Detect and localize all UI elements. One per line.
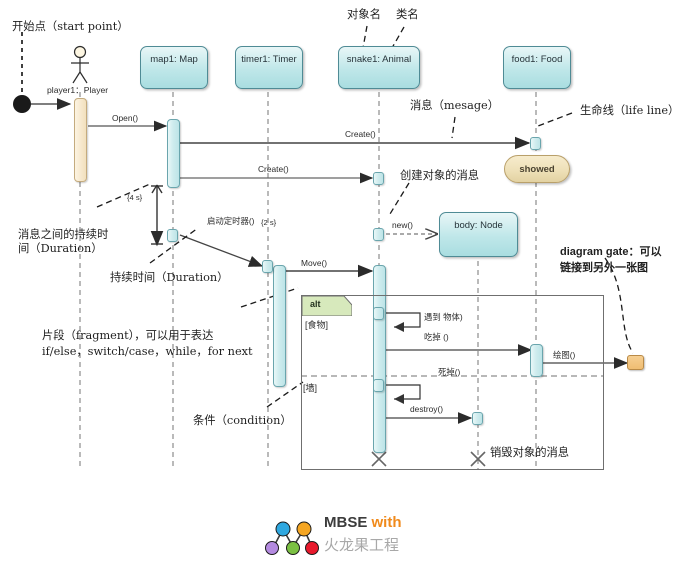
annotation-life-line: 生命线（life line） (580, 104, 680, 117)
activation-map (167, 119, 180, 188)
mbse-logo-icon (265, 521, 319, 555)
annotation-diagram-gate-line2: 链接到另外一张图 (560, 262, 648, 274)
lifeline-label-food: food1: Food (511, 54, 563, 65)
annotation-condition: 条件（condition） (193, 414, 292, 427)
annotation-fragment-line1: 片段（fragment），可以用于表达 (42, 329, 214, 342)
message-label-create-food: Create() (345, 129, 376, 139)
activation-timer (273, 265, 286, 387)
start-node (13, 95, 31, 113)
message-label-create-snake: Create() (258, 164, 289, 174)
state-showed-label: showed (519, 163, 555, 175)
lifeline-box-food[interactable]: food1: Food (503, 46, 571, 89)
annotation-start-point: 开始点（start point） (12, 20, 129, 33)
lifeline-label-snake: snake1: Animal (346, 54, 412, 65)
message-label-new: new() (392, 220, 413, 230)
annotation-message: 消息（mesage） (410, 99, 500, 112)
actor-figure-player (71, 45, 89, 84)
fragment-guard-top: [食物] (305, 320, 329, 330)
footer-logo: MBSE with 火龙果工程 (262, 512, 472, 562)
annotation-destroy-message: 销毁对象的消息 (490, 446, 570, 459)
constraint-duration-2s: {2 s} (261, 218, 277, 227)
activation-player (74, 98, 87, 182)
state-showed[interactable]: showed (504, 155, 570, 183)
lifeline-label-map: map1: Map (150, 54, 198, 65)
annotation-duration: 持续时间（Duration） (110, 271, 229, 284)
message-label-open: Open() (112, 113, 139, 123)
diagram-gate[interactable] (627, 355, 644, 370)
lifeline-box-timer[interactable]: timer1: Timer (235, 46, 303, 89)
cap-snake-create (373, 172, 384, 185)
lifeline-label-timer: timer1: Timer (241, 54, 297, 65)
annotation-class-name: 类名 (396, 8, 419, 21)
cap-snake-new (373, 228, 384, 241)
lifeline-label-body: body: Node (454, 220, 503, 231)
footer-brand-text: MBSE (324, 514, 368, 531)
cap-food-create (530, 137, 541, 150)
fragment-operator-label: alt (310, 299, 321, 309)
annotation-create-message: 创建对象的消息 (400, 169, 480, 182)
message-label-draw: 绘图() (553, 350, 576, 360)
message-label-destroy: destroy() (410, 404, 444, 414)
message-label-start-timer: 启动定时器() (207, 216, 255, 226)
cap-map-timer (167, 229, 178, 242)
lifeline-label-player: player1：Player (47, 85, 109, 95)
footer-subtitle: 火龙果工程 (324, 537, 400, 554)
arrow-start-timer (179, 234, 264, 267)
footer-brand: MBSE with (324, 514, 402, 531)
lifeline-box-body[interactable]: body: Node (439, 212, 518, 257)
fragment-guard-bottom: [墙] (303, 383, 318, 393)
annotation-object-name: 对象名 (347, 8, 381, 21)
annotation-duration-between: 消息之间的持续时 间（Duration） (18, 228, 109, 256)
cap-timer-start (262, 260, 273, 273)
lifeline-box-snake[interactable]: snake1: Animal (338, 46, 420, 89)
constraint-duration-4s: {4 s} (127, 193, 143, 202)
lifeline-box-map[interactable]: map1: Map (140, 46, 208, 89)
sequence-diagram-canvas: map1: Map timer1: Timer snake1: Animal f… (0, 0, 694, 570)
message-label-eat: 吃掉 () (424, 332, 449, 342)
message-label-die: 死掉() (438, 367, 461, 377)
message-label-move: Move() (301, 258, 328, 268)
annotation-fragment-line2: if/else，switch/case，while，for next (42, 345, 253, 358)
message-label-meet: 遇到 物体) (424, 312, 463, 322)
footer-with-text: with (371, 514, 402, 531)
annotation-diagram-gate-line1: diagram gate：可以 (560, 246, 662, 258)
